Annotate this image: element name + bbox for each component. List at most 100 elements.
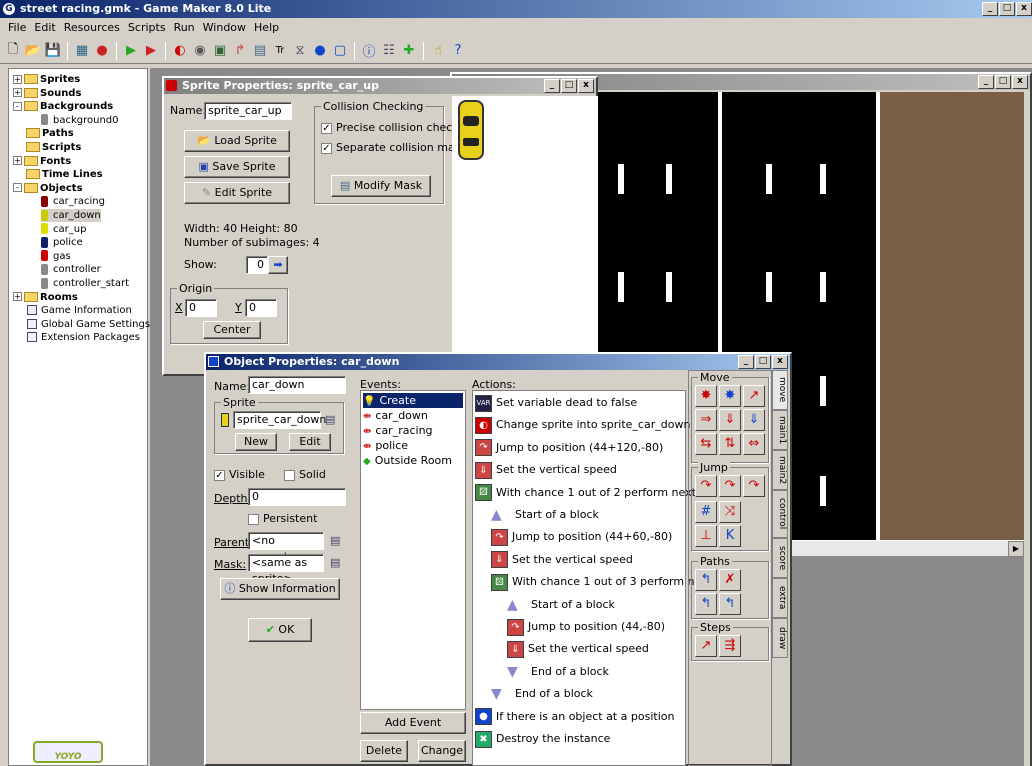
tree-item-car_down[interactable]: car_down bbox=[41, 209, 101, 222]
tree-item-gas[interactable]: gas bbox=[41, 250, 71, 263]
scroll-right-arrow[interactable]: ▶ bbox=[1008, 541, 1024, 557]
sprite-menu-icon[interactable]: ▤ bbox=[325, 413, 335, 426]
jump-position-icon[interactable]: ↷ bbox=[695, 475, 717, 497]
action-item[interactable]: ▲ Start of a block bbox=[507, 595, 615, 615]
action-item[interactable]: ⇓ Set the vertical speed bbox=[475, 460, 617, 480]
tree-item-car_up[interactable]: car_up bbox=[41, 223, 86, 236]
sprite-minimize-button[interactable]: _ bbox=[544, 79, 560, 93]
save-sprite-button[interactable]: ▣ Save Sprite bbox=[184, 156, 290, 178]
show-subimage-input[interactable]: 0 bbox=[246, 256, 268, 274]
action-item[interactable]: ⚄ With chance 1 out of 2 perform next bbox=[475, 483, 696, 503]
debug-icon[interactable]: ▶ bbox=[142, 42, 160, 60]
action-item[interactable]: ▼ End of a block bbox=[507, 662, 609, 682]
mask-menu-icon[interactable]: ▤ bbox=[330, 556, 340, 569]
sprite-name-input[interactable]: sprite_car_up bbox=[204, 102, 292, 120]
global-settings-icon[interactable]: ☷ bbox=[380, 42, 398, 60]
game-info-icon[interactable]: ⓘ bbox=[360, 42, 378, 60]
path-position-icon[interactable]: ↰ bbox=[695, 593, 717, 615]
reverse-horizontal-icon[interactable]: ⇆ bbox=[695, 433, 717, 455]
origin-y-input[interactable]: 0 bbox=[245, 299, 277, 317]
tree-item-paths[interactable]: Paths bbox=[13, 127, 74, 140]
add-font-icon[interactable]: Tr bbox=[271, 42, 289, 60]
sprite-close-button[interactable]: x bbox=[578, 79, 594, 93]
event-item[interactable]: ⇼ car_racing bbox=[363, 423, 433, 438]
tree-item-game-information[interactable]: Game Information bbox=[27, 304, 132, 317]
manual-icon[interactable]: ☝ bbox=[429, 42, 447, 60]
save-icon[interactable]: 💾 bbox=[44, 42, 62, 60]
parent-menu-icon[interactable]: ▤ bbox=[330, 534, 340, 547]
object-close-button[interactable]: x bbox=[772, 355, 788, 369]
tree-item-fonts[interactable]: + Fonts bbox=[13, 155, 71, 168]
event-item[interactable]: ⇼ police bbox=[363, 438, 408, 453]
depth-input[interactable]: 0 bbox=[248, 488, 346, 506]
action-item[interactable]: ↷ Jump to position (44+60,-80) bbox=[491, 527, 672, 547]
menu-window[interactable]: Window bbox=[199, 18, 250, 38]
move-free-icon[interactable]: ✸ bbox=[719, 385, 741, 407]
tree-item-time-lines[interactable]: Time Lines bbox=[13, 168, 103, 181]
delete-event-button[interactable]: Delete bbox=[360, 740, 408, 762]
action-item[interactable]: ▼ End of a block bbox=[491, 684, 593, 704]
path-speed-icon[interactable]: ↰ bbox=[719, 593, 741, 615]
event-item[interactable]: ◆ Outside Room bbox=[363, 453, 452, 468]
collapse-icon[interactable]: - bbox=[13, 183, 22, 193]
speed-horizontal-icon[interactable]: ⇒ bbox=[695, 409, 717, 431]
show-information-button[interactable]: ⓘ Show Information bbox=[220, 578, 340, 600]
tree-item-car_racing[interactable]: car_racing bbox=[41, 195, 105, 208]
add-event-button[interactable]: Add Event bbox=[360, 712, 466, 734]
center-button[interactable]: Center bbox=[203, 321, 261, 339]
expand-icon[interactable]: + bbox=[13, 156, 22, 166]
menu-edit[interactable]: Edit bbox=[30, 18, 59, 38]
tree-item-background0[interactable]: background0 bbox=[41, 114, 119, 127]
object-sprite-input[interactable]: sprite_car_down bbox=[233, 411, 326, 429]
set-path-icon[interactable]: ↰ bbox=[695, 569, 717, 591]
load-sprite-button[interactable]: 📂 Load Sprite bbox=[184, 130, 290, 152]
object-name-input[interactable]: car_down bbox=[248, 376, 346, 394]
tree-item-scripts[interactable]: Scripts bbox=[13, 141, 81, 154]
move-fixed-icon[interactable]: ✸ bbox=[695, 385, 717, 407]
tab-extra[interactable]: extra bbox=[772, 578, 788, 618]
action-item[interactable]: ↷ Jump to position (44+120,-80) bbox=[475, 438, 663, 458]
collapse-icon[interactable]: - bbox=[13, 101, 22, 111]
jump-start-icon[interactable]: ↷ bbox=[719, 475, 741, 497]
add-script-icon[interactable]: ▤ bbox=[251, 42, 269, 60]
tab-control[interactable]: control bbox=[772, 490, 788, 538]
tree-item-sprites[interactable]: + Sprites bbox=[13, 73, 80, 86]
publish-icon[interactable]: ● bbox=[93, 42, 111, 60]
separate-masks-checkbox[interactable]: ✓ Separate collision masks bbox=[321, 141, 473, 154]
add-object-icon[interactable]: ● bbox=[311, 42, 329, 60]
action-item[interactable]: ● If there is an object at a position bbox=[475, 707, 674, 727]
event-item[interactable]: 💡 Create bbox=[363, 393, 463, 408]
tree-item-controller[interactable]: controller bbox=[41, 263, 101, 276]
persistent-checkbox[interactable]: Persistent bbox=[248, 512, 317, 525]
parent-input[interactable]: <no parent> bbox=[248, 532, 324, 563]
tree-item-rooms[interactable]: + Rooms bbox=[13, 291, 78, 304]
close-button[interactable]: x bbox=[1016, 2, 1032, 16]
jump-random-icon[interactable]: ↷ bbox=[743, 475, 765, 497]
create-executable-icon[interactable]: ▦ bbox=[73, 42, 91, 60]
add-background-icon[interactable]: ▣ bbox=[211, 42, 229, 60]
solid-checkbox[interactable]: Solid bbox=[284, 468, 326, 481]
ok-button[interactable]: ✔ OK bbox=[248, 618, 312, 642]
minimize-button[interactable]: _ bbox=[982, 2, 998, 16]
mask-input[interactable]: <same as sprite> bbox=[248, 554, 324, 585]
step-avoiding-icon[interactable]: ⇶ bbox=[719, 635, 741, 657]
expand-icon[interactable]: + bbox=[13, 292, 22, 302]
tree-item-global-game-settings[interactable]: Global Game Settings bbox=[27, 318, 150, 331]
action-item[interactable]: ⇓ Set the vertical speed bbox=[491, 550, 633, 570]
friction-icon[interactable]: ⇔ bbox=[743, 433, 765, 455]
tree-item-backgrounds[interactable]: - Backgrounds bbox=[13, 100, 113, 113]
tree-item-objects[interactable]: - Objects bbox=[13, 182, 83, 195]
action-item[interactable]: VAR Set variable dead to false bbox=[475, 393, 637, 413]
open-icon[interactable]: 📂 bbox=[24, 42, 42, 60]
extension-icon[interactable]: ✚ bbox=[400, 42, 418, 60]
next-subimage-button[interactable]: ➡ bbox=[268, 256, 288, 274]
add-path-icon[interactable]: ↱ bbox=[231, 42, 249, 60]
move-towards-icon[interactable]: ↗ bbox=[743, 385, 765, 407]
menu-file[interactable]: File bbox=[4, 18, 30, 38]
action-item[interactable]: ↷ Jump to position (44,-80) bbox=[507, 617, 665, 637]
add-room-icon[interactable]: ▢ bbox=[331, 42, 349, 60]
sprite-maximize-button[interactable]: □ bbox=[561, 79, 577, 93]
menu-run[interactable]: Run bbox=[170, 18, 199, 38]
new-sprite-button[interactable]: New bbox=[235, 433, 277, 451]
menu-scripts[interactable]: Scripts bbox=[124, 18, 170, 38]
